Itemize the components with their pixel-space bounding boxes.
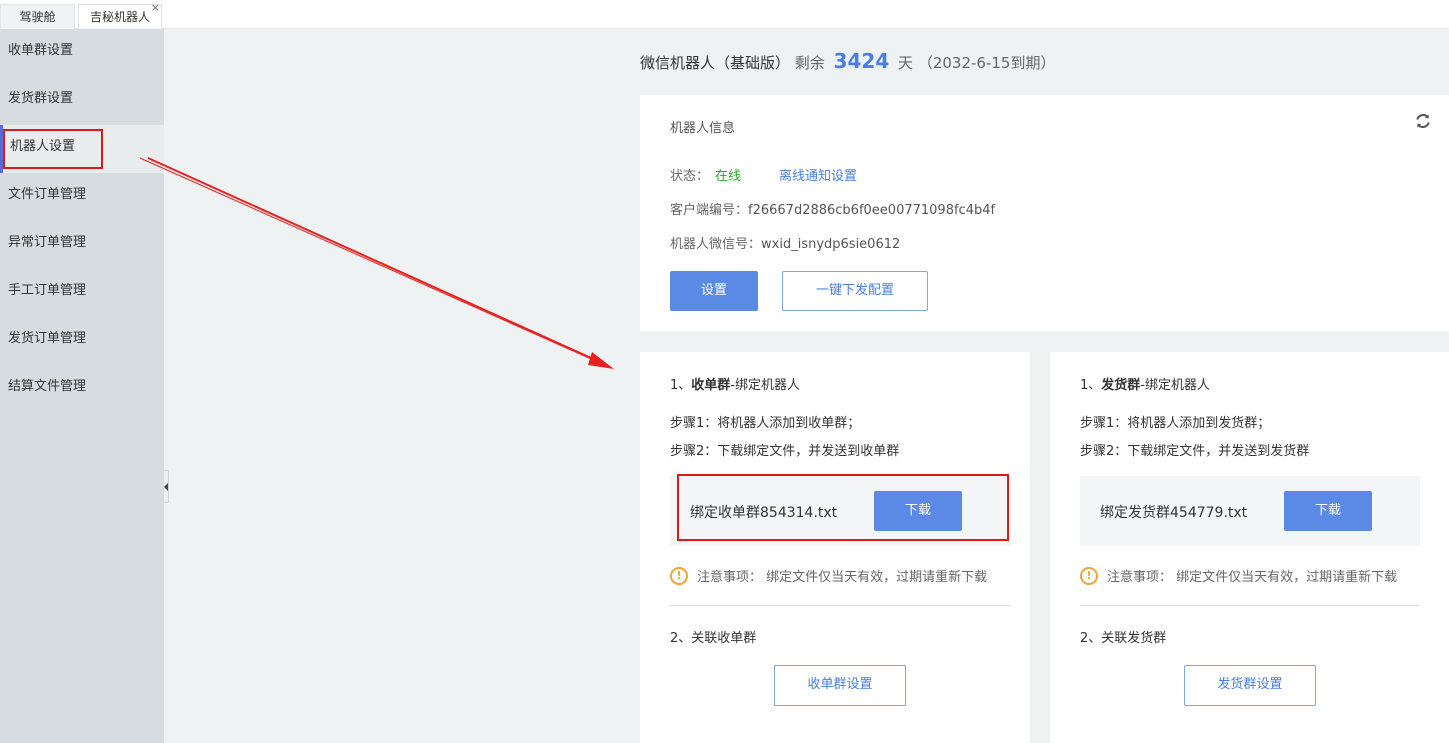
page-title: 微信机器人（基础版） 剩余 3424 天 （2032-6-15到期） xyxy=(640,49,1055,73)
step-2: 步骤2：下载绑定文件，并发送到发货群 xyxy=(1080,444,1310,459)
sidebar-item-label: 结算文件管理 xyxy=(8,379,87,394)
link-group-heading: 2、关联发货群 xyxy=(1080,631,1167,646)
close-icon[interactable]: × xyxy=(151,1,160,15)
sidebar-item-label: 机器人设置 xyxy=(10,139,76,154)
sidebar-item-label: 发货群设置 xyxy=(8,91,74,106)
collapse-arrow-icon xyxy=(164,483,168,491)
notice-text: 注意事项： 绑定文件仅当天有效，过期请重新下载 xyxy=(697,570,988,585)
tab-label: 吉秘机器人 xyxy=(89,10,150,24)
sidebar-item-label: 收单群设置 xyxy=(8,43,74,58)
divider xyxy=(1080,605,1420,606)
bind-file-name: 绑定收单群854314.txt xyxy=(690,505,838,521)
remaining-days: 3424 xyxy=(833,49,890,73)
wechat-id-value: wxid_isnydp6sie0612 xyxy=(761,237,901,252)
client-id-row: 客户端编号：f26667d2886cb6f0ee00771098fc4b4f xyxy=(670,199,995,218)
refresh-icon[interactable] xyxy=(1415,113,1431,129)
sidebar-item-ship-group[interactable]: 发货群设置 xyxy=(0,77,164,125)
heading-suffix: -绑定机器人 xyxy=(730,378,800,393)
days-unit: 天 xyxy=(898,54,914,72)
offline-notify-link[interactable]: 离线通知设置 xyxy=(779,169,857,184)
status-online: 在线 xyxy=(715,169,742,184)
tab-bar: 驾驶舱 吉秘机器人 × xyxy=(0,0,1449,29)
sidebar-item-label: 文件订单管理 xyxy=(8,187,87,202)
status-row: 状态： 在线 离线通知设置 xyxy=(670,165,857,184)
step-1: 步骤1：将机器人添加到收单群； xyxy=(670,416,861,431)
link-group-heading: 2、关联收单群 xyxy=(670,631,757,646)
sidebar-item-file-orders[interactable]: 文件订单管理 xyxy=(0,173,164,221)
client-id-value: f26667d2886cb6f0ee00771098fc4b4f xyxy=(748,203,996,218)
step-1: 步骤1：将机器人添加到发货群； xyxy=(1080,416,1271,431)
sidebar: 收单群设置 发货群设置 机器人设置 文件订单管理 异常订单管理 手工订单管理 发… xyxy=(0,29,164,743)
download-button[interactable]: 下载 xyxy=(874,491,962,531)
order-group-settings-button[interactable]: 收单群设置 xyxy=(774,665,906,706)
notice: ! 注意事项： 绑定文件仅当天有效，过期请重新下载 xyxy=(1080,566,1397,585)
wechat-id-row: 机器人微信号：wxid_isnydp6sie0612 xyxy=(670,233,900,252)
sidebar-collapse-handle[interactable] xyxy=(164,470,169,503)
heading-prefix: 1、 xyxy=(670,378,692,393)
bind-file-box: 绑定收单群854314.txt 下载 xyxy=(670,476,1010,546)
sidebar-item-order-group[interactable]: 收单群设置 xyxy=(0,29,164,77)
heading-suffix: -绑定机器人 xyxy=(1140,378,1210,393)
status-label: 状态： xyxy=(670,169,710,184)
bind-file-box: 绑定发货群454779.txt 下载 xyxy=(1080,476,1420,546)
tab-robot[interactable]: 吉秘机器人 × xyxy=(78,1,162,29)
heading-bold: 收单群 xyxy=(691,378,731,393)
warning-icon: ! xyxy=(1080,566,1098,585)
sidebar-item-label: 异常订单管理 xyxy=(8,235,87,250)
main-content: 微信机器人（基础版） 剩余 3424 天 （2032-6-15到期） 机器人信息… xyxy=(164,29,1449,743)
heading-prefix: 1、 xyxy=(1080,378,1102,393)
product-name: 微信机器人（基础版） xyxy=(640,54,791,72)
notice-text: 注意事项： 绑定文件仅当天有效，过期请重新下载 xyxy=(1107,570,1398,585)
sidebar-item-label: 手工订单管理 xyxy=(8,283,87,298)
download-button[interactable]: 下载 xyxy=(1284,491,1372,531)
card-title: 机器人信息 xyxy=(670,121,736,136)
sidebar-item-label: 发货订单管理 xyxy=(8,331,87,346)
divider xyxy=(670,605,1010,606)
sidebar-item-shipping-orders[interactable]: 发货订单管理 xyxy=(0,317,164,365)
robot-info-card: 机器人信息 状态： 在线 离线通知设置 客户端编号：f26667d2886cb6f0… xyxy=(640,95,1449,331)
sidebar-item-exception-orders[interactable]: 异常订单管理 xyxy=(0,221,164,269)
sidebar-item-manual-orders[interactable]: 手工订单管理 xyxy=(0,269,164,317)
group-heading: 1、收单群-绑定机器人 xyxy=(670,374,800,393)
step-2: 步骤2：下载绑定文件，并发送到收单群 xyxy=(670,444,900,459)
notice: ! 注意事项： 绑定文件仅当天有效，过期请重新下载 xyxy=(670,566,987,585)
heading-bold: 发货群 xyxy=(1101,378,1141,393)
tab-label: 驾驶舱 xyxy=(19,10,56,24)
sidebar-item-robot-settings[interactable]: 机器人设置 xyxy=(0,125,164,173)
wechat-id-label: 机器人微信号： xyxy=(670,237,762,252)
remaining-label: 剩余 xyxy=(794,54,825,72)
bind-file-name: 绑定发货群454779.txt xyxy=(1100,505,1248,521)
ship-group-settings-button[interactable]: 发货群设置 xyxy=(1184,665,1316,706)
expiry-date: （2032-6-15到期） xyxy=(917,54,1056,72)
order-group-card: 1、收单群-绑定机器人 步骤1：将机器人添加到收单群； 步骤2：下载绑定文件，并… xyxy=(640,352,1030,743)
tab-cockpit[interactable]: 驾驶舱 xyxy=(0,4,75,29)
group-heading: 1、发货群-绑定机器人 xyxy=(1080,374,1210,393)
ship-group-card: 1、发货群-绑定机器人 步骤1：将机器人添加到发货群； 步骤2：下载绑定文件，并… xyxy=(1050,352,1449,743)
warning-icon: ! xyxy=(670,566,688,585)
sidebar-item-settlement-files[interactable]: 结算文件管理 xyxy=(0,365,164,413)
push-config-button[interactable]: 一键下发配置 xyxy=(782,271,928,311)
settings-button[interactable]: 设置 xyxy=(670,271,758,311)
client-id-label: 客户端编号： xyxy=(670,203,749,218)
